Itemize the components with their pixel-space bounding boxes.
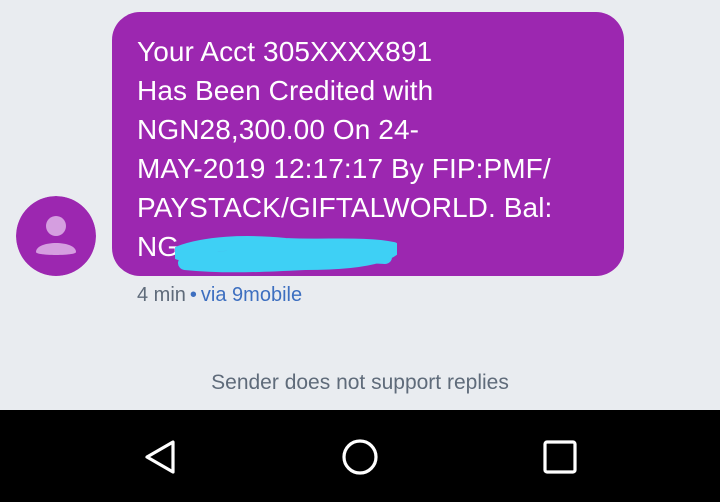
recents-button[interactable] (540, 437, 580, 477)
message-meta: 4 min • via 9mobile (137, 283, 302, 307)
person-icon (16, 196, 96, 276)
carrier-label: via 9mobile (200, 284, 303, 306)
home-circle-icon (342, 439, 378, 475)
conversation-view: Your Acct 305XXXX891 Has Been Credited w… (0, 0, 720, 410)
message-time: 4 min (137, 284, 186, 306)
home-button[interactable] (340, 437, 380, 477)
message-line: NGN28,300.00 On 24- (137, 114, 420, 145)
navigation-bar (0, 410, 720, 502)
sender-avatar[interactable] (16, 196, 96, 276)
message-line: MAY-2019 12:17:17 By FIP:PMF/ (137, 153, 551, 184)
message-line: PAYSTACK/GIFTALWORLD. Bal: (137, 192, 553, 223)
message-line: Your Acct 305XXXX891 (137, 36, 433, 67)
redaction-scribble (175, 236, 397, 273)
no-reply-notice: Sender does not support replies (211, 371, 509, 394)
balance-line: NG (137, 227, 604, 273)
back-triangle-icon (145, 440, 175, 474)
balance-prefix: NG (137, 231, 180, 262)
meta-separator: • (189, 284, 197, 306)
back-button[interactable] (140, 437, 180, 477)
message-line: Has Been Credited with (137, 75, 434, 106)
recents-square-icon (543, 440, 577, 474)
message-bubble[interactable]: Your Acct 305XXXX891 Has Been Credited w… (112, 12, 624, 276)
